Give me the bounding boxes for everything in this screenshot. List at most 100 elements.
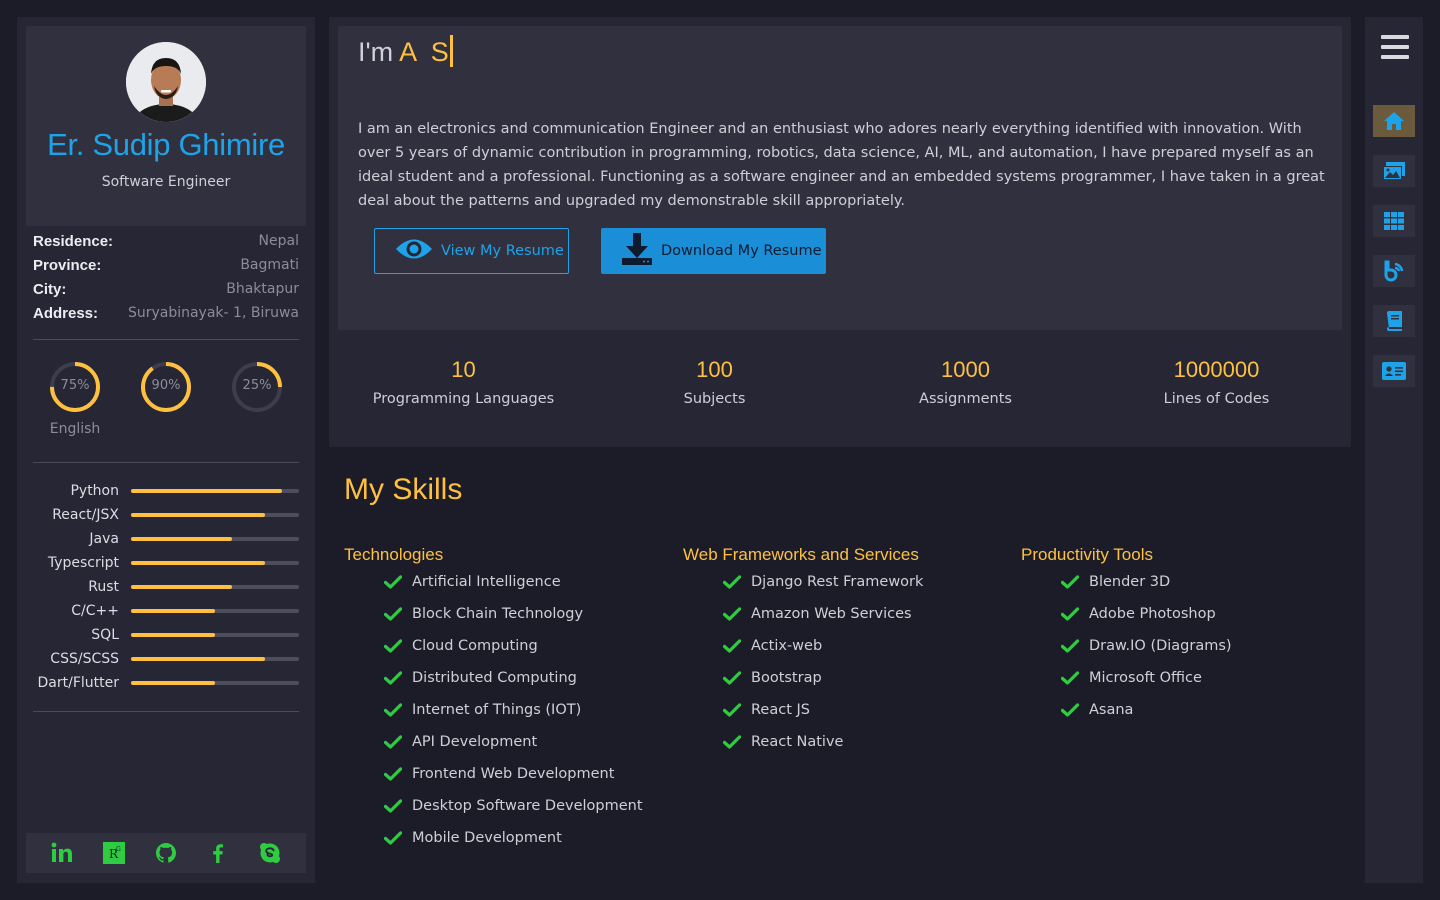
check-icon [1061,575,1079,589]
skill-item: Frontend Web Development [344,758,643,790]
stat-label: Lines of Codes [1163,391,1270,407]
skill-item-label: Microsoft Office [1089,670,1202,686]
skill-bar-fill [131,657,266,661]
skill-bar-label: Java [89,531,119,547]
skill-item: Draw.IO (Diagrams) [1021,630,1232,662]
skill-item: Asana [1021,694,1232,726]
menu-icon[interactable] [1381,35,1409,61]
skill-item: Amazon Web Services [683,598,923,630]
skill-bar-label: SQL [91,627,119,643]
skill-bar-label: React/JSX [52,507,119,523]
skill-bar-row: C/C++ [33,599,313,623]
facebook-icon[interactable] [205,840,231,866]
skill-item: Internet of Things (IOT) [344,694,643,726]
skill-bar-fill [131,537,232,541]
skill-bar-row: CSS/SCSS [33,647,313,671]
skill-item: Artificial Intelligence [344,566,643,598]
info-key: City: [33,280,67,298]
check-icon [384,671,402,685]
skill-bar-track [131,513,299,517]
skill-bar-label: Python [70,483,119,499]
language-ring: 75% English [49,361,101,437]
contact-card-icon[interactable] [1373,355,1415,387]
download-resume-label: Download My Resume [661,243,822,259]
right-nav [1365,17,1423,883]
ring-percent: 75% [60,378,90,393]
language-rings: 75% English 90% 25% [33,361,299,441]
github-icon[interactable] [153,840,179,866]
check-icon [723,671,741,685]
skill-item: Distributed Computing [344,662,643,694]
skill-bar-label: Typescript [47,555,119,571]
ring-percent: 90% [151,378,181,393]
skill-item-label: Amazon Web Services [751,606,912,622]
skype-icon[interactable] [257,840,283,866]
skill-item: Mobile Development [344,822,643,854]
skill-column-productivity: Productivity Tools Blender 3D Adobe Photo… [1021,545,1232,726]
skill-bar-row: Typescript [33,551,313,575]
skill-item-label: Frontend Web Development [412,766,615,782]
skill-bar-track [131,561,299,565]
skill-bar-fill [131,609,215,613]
stats-row: 10 Programming Languages 100 Subjects 10… [338,357,1342,427]
download-resume-button[interactable]: Download My Resume [601,228,826,274]
skill-bar-row: SQL [33,623,313,647]
skill-item-label: Blender 3D [1089,574,1171,590]
skill-item: React Native [683,726,923,758]
blog-icon[interactable] [1373,255,1415,287]
skill-item-label: Django Rest Framework [751,574,924,590]
home-icon[interactable] [1373,105,1415,137]
info-row-city: City: Bhaktapur [33,277,299,301]
skill-bar-fill [131,585,232,589]
download-icon [621,232,653,270]
info-row-address: Address: Suryabinayak- 1, Biruwa [33,301,299,325]
grid-icon[interactable] [1373,205,1415,237]
check-icon [1061,607,1079,621]
ring-percent: 25% [242,378,272,393]
view-resume-button[interactable]: View My Resume [374,228,569,274]
check-icon [384,735,402,749]
skill-bar-label: Dart/Flutter [37,675,119,691]
skill-bar-track [131,537,299,541]
skill-item-label: API Development [412,734,538,750]
skill-bar-track [131,681,299,685]
check-icon [384,799,402,813]
svg-text:G: G [116,846,121,853]
profile-card: Er. Sudip Ghimire Software Engineer [26,26,306,226]
skills-title: My Skills [344,473,463,506]
typing-text: A S [399,37,449,67]
skill-list: Blender 3D Adobe Photoshop Draw.IO (Diagra… [1021,566,1232,726]
skill-item-label: Mobile Development [412,830,562,846]
researchgate-icon[interactable]: RG [101,840,127,866]
check-icon [384,639,402,653]
skill-item: API Development [344,726,643,758]
skill-item-label: Cloud Computing [412,638,538,654]
skill-item-label: Asana [1089,702,1134,718]
stat-number: 10 [451,357,476,382]
skill-item: Cloud Computing [344,630,643,662]
skill-item-label: Internet of Things (IOT) [412,702,582,718]
skill-bar-row: React/JSX [33,503,313,527]
stat-number: 1000000 [1173,357,1260,382]
skill-bars: Python React/JSX Java Typescript Rust C/… [33,479,313,695]
skill-bar-track [131,657,299,661]
stat-label: Subjects [683,391,746,407]
skill-item-label: Block Chain Technology [412,606,584,622]
check-icon [384,831,402,845]
view-resume-label: View My Resume [441,243,564,259]
book-icon[interactable] [1373,305,1415,337]
social-links: RG [26,833,306,873]
check-icon [723,575,741,589]
typing-prefix: I'm [358,37,394,67]
skill-item: Microsoft Office [1021,662,1232,694]
check-icon [384,703,402,717]
skill-bar-fill [131,681,215,685]
skill-item: Bootstrap [683,662,923,694]
divider [33,339,299,340]
gallery-icon[interactable] [1373,155,1415,187]
linkedin-icon[interactable] [49,840,75,866]
profile-title: Software Engineer [101,174,231,190]
about-section: I'm A S I am an electronics and communic… [329,17,1351,447]
skill-bar-label: C/C++ [71,603,119,619]
check-icon [384,767,402,781]
